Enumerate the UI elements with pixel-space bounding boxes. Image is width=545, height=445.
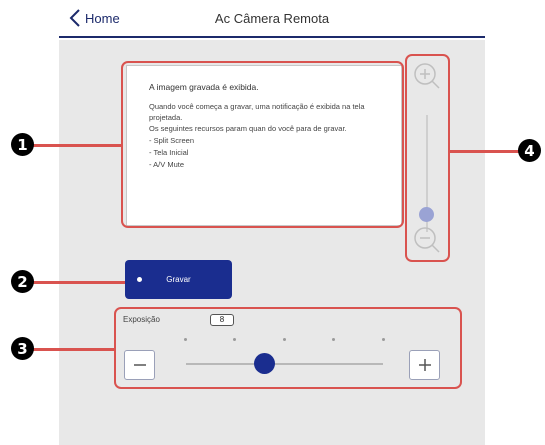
plus-icon (418, 359, 431, 371)
zoom-slider-thumb[interactable] (419, 206, 434, 222)
camera-preview-panel: A imagem gravada é exibida. Quando você … (126, 65, 402, 226)
main-content: A imagem gravada é exibida. Quando você … (59, 40, 485, 445)
exposure-increase-button[interactable] (409, 350, 440, 380)
page-title: Ac Câmera Remota (214, 11, 330, 26)
callout-line-1 (30, 144, 122, 147)
zoom-control (408, 57, 445, 262)
preview-list-item: - A/V Mute (149, 160, 185, 169)
minus-icon (133, 364, 146, 366)
zoom-in-icon (414, 63, 440, 89)
header-bar: Home Ac Câmera Remota (59, 0, 485, 38)
preview-list-item: - Tela Inicial (149, 148, 189, 157)
record-dot-icon (137, 277, 142, 282)
preview-text-2: Os seguintes recursos param quan do você… (149, 124, 347, 133)
preview-title: A imagem gravada é exibida. (149, 82, 259, 92)
exposure-tick (233, 338, 236, 341)
record-button[interactable]: Gravar (125, 260, 232, 299)
exposure-label: Exposição (123, 315, 160, 324)
record-label: Gravar (166, 275, 191, 284)
exposure-value: 8 (210, 314, 234, 326)
exposure-tick (283, 338, 286, 341)
exposure-slider-thumb[interactable] (254, 353, 276, 374)
app-window: Home Ac Câmera Remota A imagem gravada é… (59, 0, 485, 445)
exposure-tick (332, 338, 335, 341)
exposure-decrease-button[interactable] (124, 350, 155, 380)
zoom-out-button[interactable] (412, 225, 441, 254)
exposure-control: Exposição 8 (117, 311, 461, 387)
zoom-in-button[interactable] (412, 61, 441, 90)
preview-list-item: - Split Screen (149, 136, 195, 145)
callout-badge-3: 3 (11, 337, 34, 360)
exposure-tick (382, 338, 385, 341)
callout-badge-2: 2 (11, 270, 34, 293)
callout-line-4 (449, 150, 522, 153)
exposure-slider-track[interactable] (186, 363, 383, 365)
callout-line-2 (30, 281, 125, 284)
preview-text-1: Quando você começa a gravar, uma notific… (149, 102, 365, 122)
callout-badge-1: 1 (11, 133, 34, 156)
zoom-out-icon (414, 227, 440, 253)
exposure-tick (184, 338, 187, 341)
callout-badge-4: 4 (518, 139, 541, 162)
callout-line-3 (30, 348, 115, 351)
